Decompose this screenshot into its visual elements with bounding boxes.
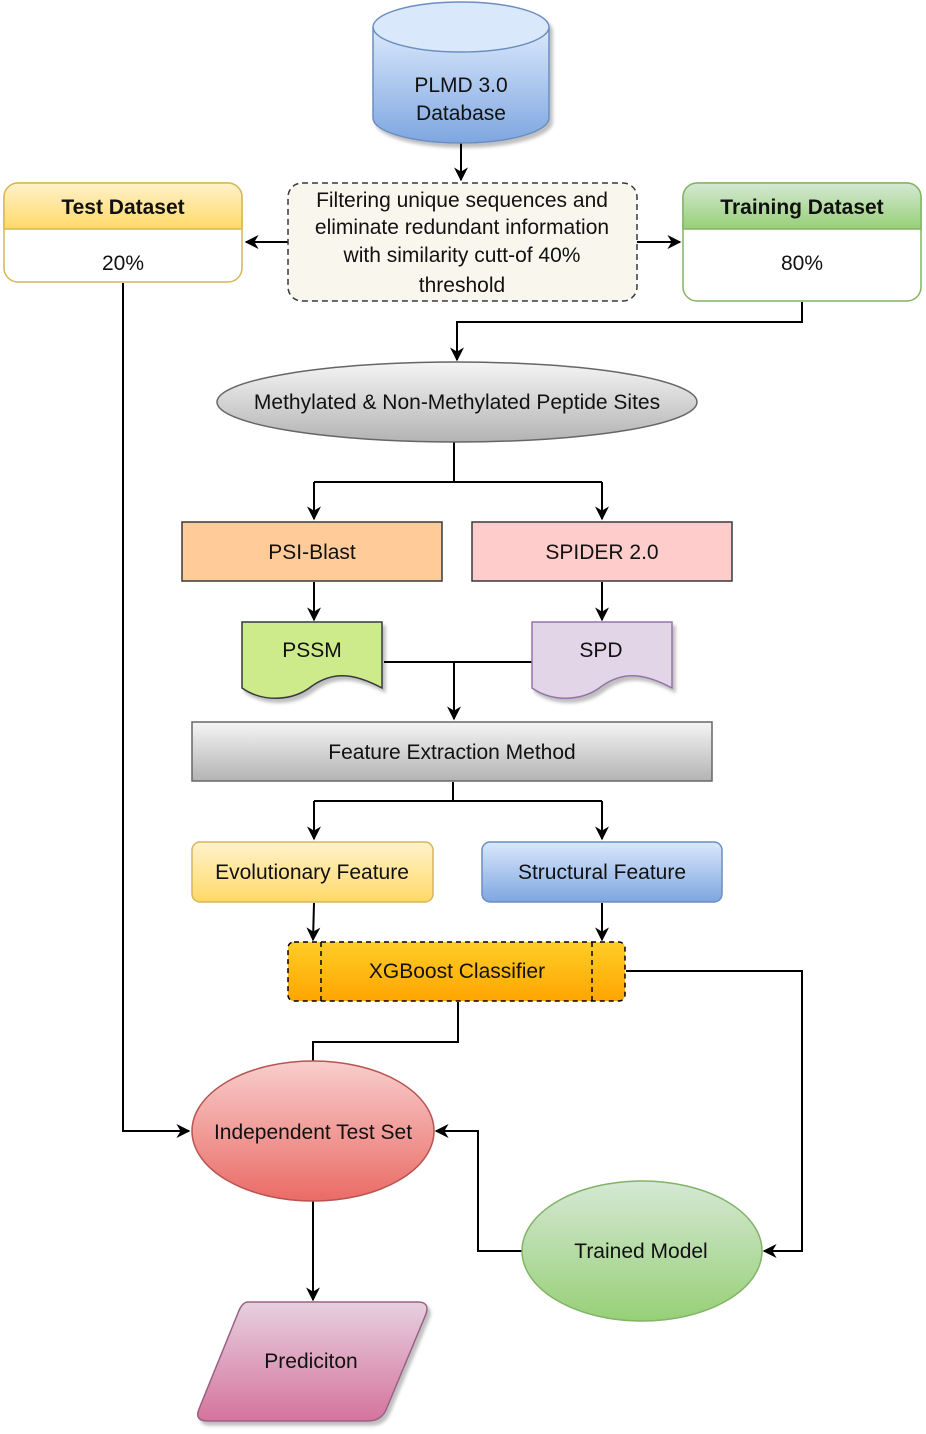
trained-model-label: Trained Model bbox=[574, 1240, 707, 1263]
edge-test-independent bbox=[122, 283, 191, 1138]
training-dataset-value: 80% bbox=[781, 252, 823, 275]
training-dataset-header: Training Dataset bbox=[720, 196, 883, 219]
xgboost-label: XGBoost Classifier bbox=[369, 960, 545, 983]
filter-text-line4: threshold bbox=[419, 274, 505, 297]
edge-feature-split bbox=[314, 782, 602, 802]
feature-extraction-label: Feature Extraction Method bbox=[328, 741, 575, 764]
spider-label: SPIDER 2.0 bbox=[545, 541, 658, 564]
peptide-sites-label: Methylated & Non-Methylated Peptide Site… bbox=[254, 391, 660, 414]
structural-feature-label: Structural Feature bbox=[518, 861, 686, 884]
evolutionary-feature-label: Evolutionary Feature bbox=[215, 861, 409, 884]
database-label-line1: PLMD 3.0 bbox=[414, 74, 507, 97]
edge-training-peptide bbox=[450, 302, 803, 362]
edge-evolutionary-xgboost bbox=[306, 902, 321, 942]
filter-text-line3: with similarity cutt-of 40% bbox=[343, 244, 581, 267]
psi-blast-label: PSI-Blast bbox=[268, 541, 356, 564]
prediction-label: Prediciton bbox=[264, 1350, 357, 1373]
filter-text-line2: eliminate redundant information bbox=[315, 216, 609, 239]
edge-xgboost-independent bbox=[312, 1002, 459, 1062]
spd-label: SPD bbox=[579, 639, 622, 662]
database-label-line2: Database bbox=[416, 102, 506, 125]
filter-text-line1: Filtering unique sequences and bbox=[316, 189, 608, 212]
test-dataset-value: 20% bbox=[102, 252, 144, 275]
pssm-label: PSSM bbox=[282, 639, 342, 662]
edge-trained-independent bbox=[434, 1124, 522, 1252]
edge-peptide-split bbox=[314, 442, 602, 483]
test-dataset-header: Test Dataset bbox=[61, 196, 184, 219]
independent-test-label: Independent Test Set bbox=[214, 1121, 412, 1144]
workflow-diagram: PLMD 3.0 Database Filtering unique seque… bbox=[3, 1, 922, 1422]
